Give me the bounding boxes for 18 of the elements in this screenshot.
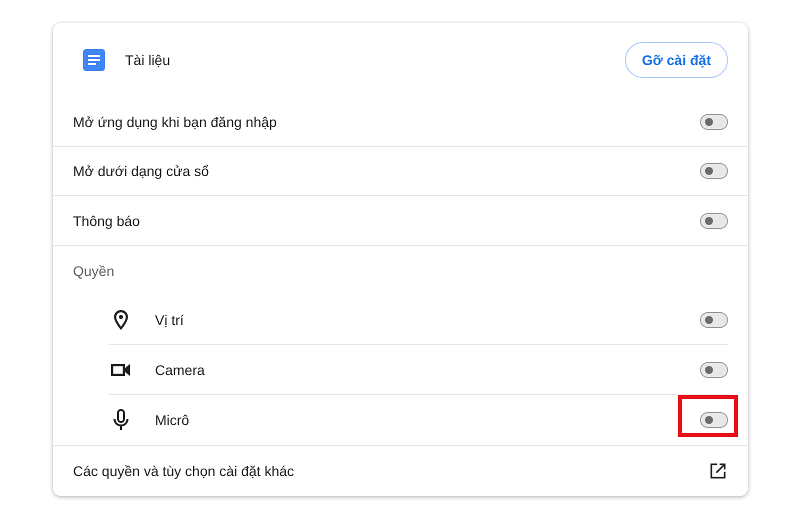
- toggle-switch[interactable]: [700, 163, 728, 180]
- setting-label: Mở dưới dạng cửa sổ: [73, 163, 210, 180]
- permission-label: Vị trí: [155, 312, 185, 328]
- document-icon: [83, 49, 105, 72]
- app-title: Tài liệu: [125, 52, 172, 68]
- permission-label: Micrô: [155, 412, 190, 428]
- section-heading: Quyền: [73, 262, 114, 279]
- external-link-icon: [708, 461, 728, 482]
- setting-label: Mở ứng dụng khi bạn đăng nhập: [73, 114, 278, 130]
- toggle-switch[interactable]: [700, 412, 728, 428]
- toggle-switch[interactable]: [700, 114, 728, 130]
- more-settings-link[interactable]: Các quyền và tùy chọn cài đặt khác: [73, 463, 708, 480]
- toggle-switch[interactable]: [700, 212, 728, 229]
- permission-label: Camera: [155, 362, 206, 378]
- setting-label: Thông báo: [73, 212, 141, 229]
- uninstall-button[interactable]: Gỡ cài đặt: [624, 42, 728, 78]
- toggle-switch[interactable]: [700, 312, 728, 328]
- toggle-switch[interactable]: [700, 362, 728, 378]
